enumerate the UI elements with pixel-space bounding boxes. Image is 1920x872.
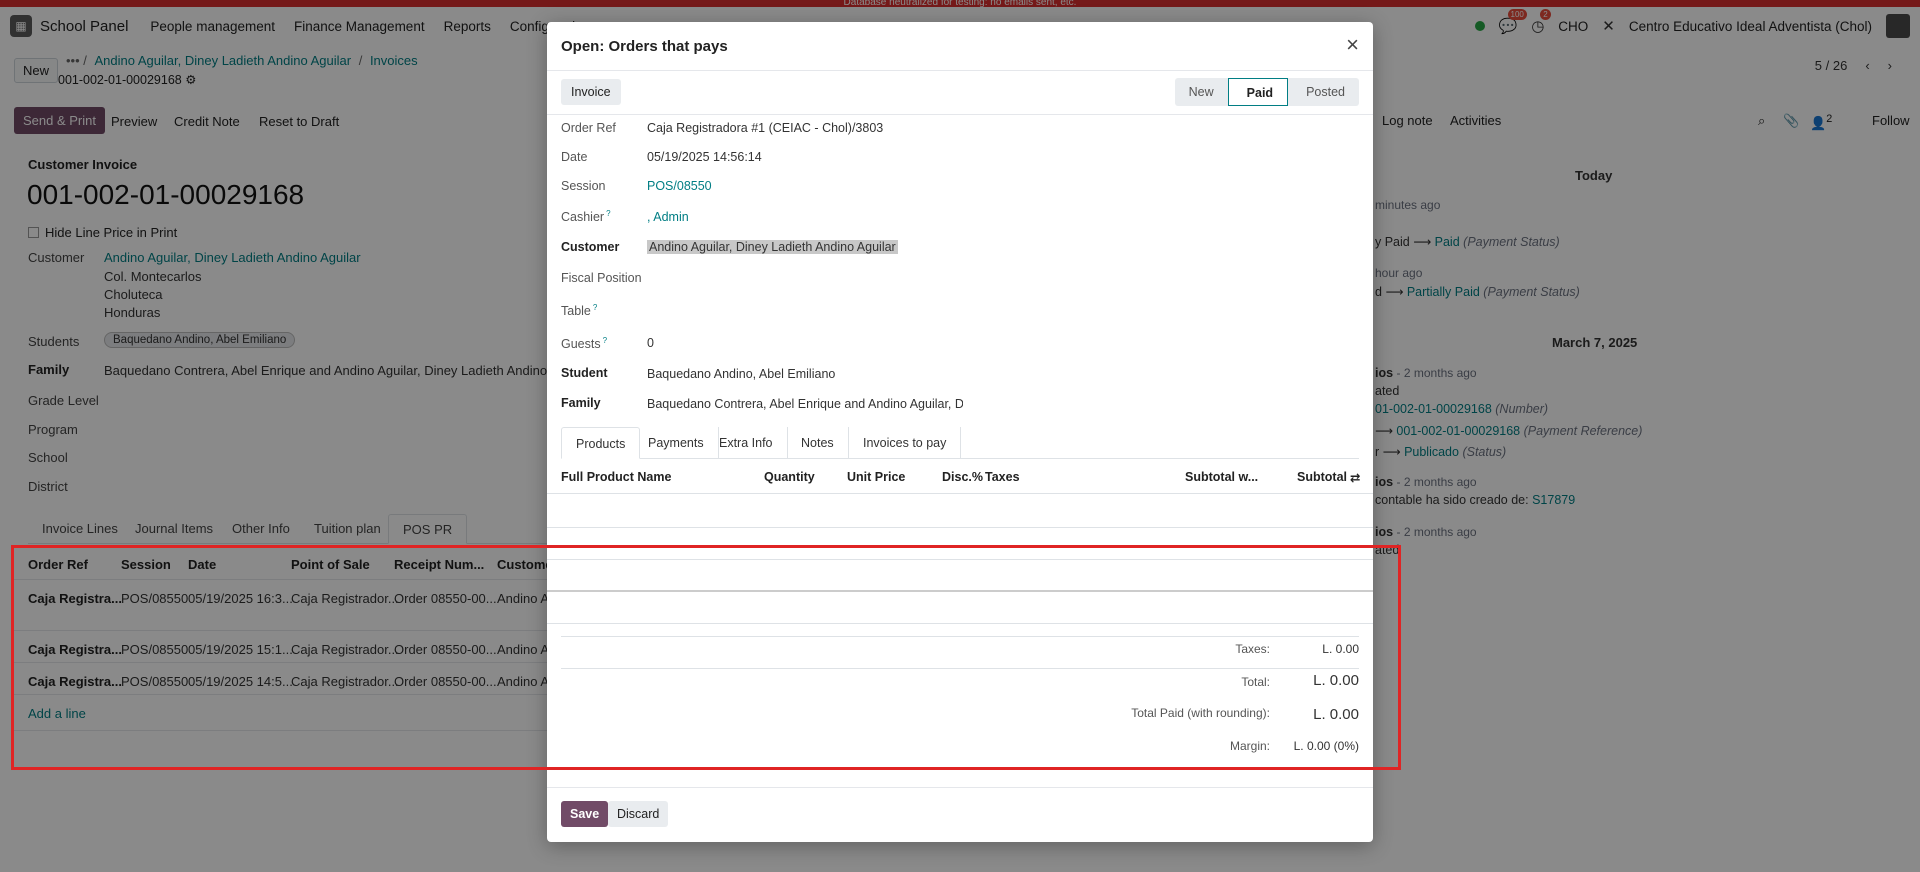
order-ref-value[interactable]: Caja Registradora #1 (CEIAC - Chol)/3803 [647, 121, 883, 135]
col-quantity[interactable]: Quantity [764, 470, 815, 484]
save-button[interactable]: Save [561, 801, 609, 827]
close-icon[interactable]: × [1346, 34, 1359, 56]
col-unit-price[interactable]: Unit Price [847, 470, 905, 484]
col-full-product-name[interactable]: Full Product Name [561, 470, 671, 484]
discard-button[interactable]: Discard [608, 801, 669, 827]
col-subtotal-incl[interactable]: Subtotal w... [1185, 470, 1258, 484]
table-label: Table? [561, 303, 597, 318]
tab-products[interactable]: Products [561, 427, 641, 459]
help-icon[interactable]: ? [593, 303, 597, 312]
help-icon[interactable]: ? [606, 209, 610, 218]
student-value[interactable]: Baquedano Andino, Abel Emiliano [647, 367, 835, 381]
highlight-annotation-box [11, 545, 1401, 770]
products-row-divider [547, 527, 1373, 528]
col-taxes[interactable]: Taxes [985, 470, 1020, 484]
fiscal-position-label: Fiscal Position [561, 271, 642, 285]
products-header-divider [547, 493, 1373, 494]
status-bar: New Paid Posted [1174, 78, 1359, 106]
order-ref-label: Order Ref [561, 121, 616, 135]
cashier-label: Cashier? [561, 209, 611, 224]
help-icon[interactable]: ? [603, 336, 607, 345]
tab-extra-info[interactable]: Extra Info [705, 427, 788, 459]
session-link[interactable]: POS/08550 [647, 179, 712, 193]
col-discount[interactable]: Disc.% [942, 470, 983, 484]
cashier-label-text: Cashier [561, 210, 605, 225]
col-subtotal[interactable]: Subtotal [1297, 470, 1347, 484]
tab-notes[interactable]: Notes [787, 427, 849, 459]
status-posted[interactable]: Posted [1288, 78, 1359, 106]
dialog-footer-divider [547, 787, 1373, 788]
family-value[interactable]: Baquedano Contrera, Abel Enrique and And… [647, 397, 963, 411]
customer-label: Customer [561, 240, 620, 254]
dialog-status-divider [547, 114, 1373, 115]
table-label-text: Table [561, 304, 591, 319]
guests-label-text: Guests [561, 337, 601, 352]
tab-invoices-to-pay[interactable]: Invoices to pay [849, 427, 962, 459]
session-label: Session [561, 179, 606, 193]
date-label: Date [561, 150, 588, 164]
status-new[interactable]: New [1174, 78, 1228, 106]
date-value[interactable]: 05/19/2025 14:56:14 [647, 150, 762, 164]
guests-label: Guests? [561, 336, 607, 351]
student-label: Student [561, 366, 608, 380]
customer-value[interactable]: Andino Aguilar, Diney Ladieth Andino Agu… [647, 240, 898, 254]
guests-value[interactable]: 0 [647, 336, 654, 350]
family-label: Family [561, 396, 601, 410]
optional-columns-icon[interactable]: ⇄ [1350, 470, 1360, 485]
dialog-title: Open: Orders that pays [561, 38, 728, 55]
dialog-header-divider [547, 70, 1373, 71]
cashier-link[interactable]: , Admin [647, 210, 689, 224]
status-paid[interactable]: Paid [1227, 78, 1289, 106]
order-notebook: Products Payments Extra Info Notes Invoi… [561, 427, 1359, 459]
customer-selected-text: Andino Aguilar, Diney Ladieth Andino Agu… [647, 240, 898, 254]
invoice-button[interactable]: Invoice [561, 79, 621, 105]
